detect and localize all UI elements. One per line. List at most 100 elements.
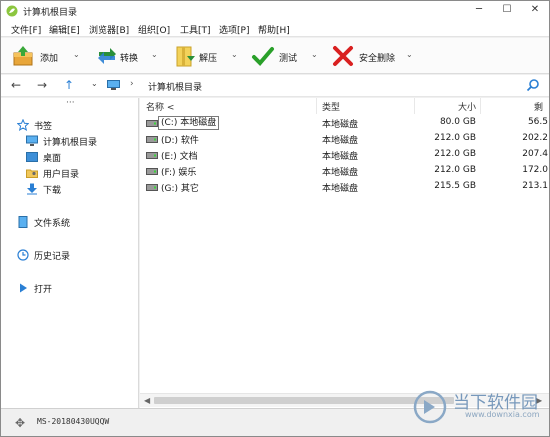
sidebar-label-history: 历史记录 <box>34 252 71 262</box>
sidebar-label: 用户目录 <box>43 170 80 180</box>
column-header-size[interactable]: 大小 <box>458 100 476 114</box>
column-header-free[interactable]: 剩 <box>534 100 543 114</box>
drive-size: 80.0 GB <box>439 117 476 127</box>
menu-organize[interactable]: 组织[O] <box>138 23 170 36</box>
toolbar: 添加 ⌄ 转换 ⌄ 解压 ⌄ 测试 ⌄ 安全删除 ⌄ <box>1 38 549 74</box>
delete-chevron-down-icon[interactable]: ⌄ <box>406 50 413 59</box>
table-row[interactable]: (C:) 本地磁盘 本地磁盘 80.0 GB 56.5 <box>140 116 549 131</box>
search-icon[interactable] <box>526 78 540 92</box>
computer-name: MS-20180430UQQW <box>37 417 110 426</box>
sidebar-item-user-folder[interactable]: 用户目录 <box>26 166 136 180</box>
sidebar-section-filesystem[interactable]: 文件系统 <box>17 215 127 229</box>
app-leaf-icon <box>6 5 18 17</box>
watermark-logo-icon <box>413 390 447 424</box>
menu-file[interactable]: 文件[F] <box>11 23 41 36</box>
sidebar-label-filesystem: 文件系统 <box>34 219 71 229</box>
sidebar-section-open[interactable]: 打开 <box>17 281 127 295</box>
star-icon <box>17 119 29 131</box>
add-chevron-down-icon[interactable]: ⌄ <box>73 50 80 59</box>
sidebar-label: 桌面 <box>43 154 62 164</box>
table-row[interactable]: (E:) 文档 本地磁盘 212.0 GB 207.4 <box>140 148 549 163</box>
drive-name[interactable]: (F:) 娱乐 <box>161 165 196 178</box>
clock-icon <box>17 249 29 261</box>
sidebar-item-desktop[interactable]: 桌面 <box>26 150 136 164</box>
drive-type: 本地磁盘 <box>322 168 359 178</box>
maximize-button[interactable]: ☐ <box>493 1 521 19</box>
user-folder-icon <box>26 169 38 178</box>
move-cross-icon[interactable]: ✥ <box>15 416 25 430</box>
checkmark-icon <box>252 47 274 66</box>
drive-free: 213.1 <box>522 181 548 191</box>
sidebar-item-computer-root[interactable]: 计算机根目录 <box>26 134 136 148</box>
scrollbar-thumb[interactable] <box>154 397 454 404</box>
drive-size: 212.0 GB <box>434 149 476 159</box>
breadcrumb-separator-icon[interactable]: › <box>130 79 134 89</box>
drive-name[interactable]: (G:) 其它 <box>161 181 199 194</box>
back-arrow-icon[interactable]: ← <box>11 78 21 92</box>
drive-icon <box>146 120 158 127</box>
drive-type: 本地磁盘 <box>322 120 359 130</box>
sidebar-label: 下载 <box>43 186 62 196</box>
scroll-left-arrow-icon[interactable]: ◀ <box>144 396 150 405</box>
extract-chevron-down-icon[interactable]: ⌄ <box>231 50 238 59</box>
watermark-url: www.downxia.com <box>465 410 540 419</box>
convert-chevron-down-icon[interactable]: ⌄ <box>151 50 158 59</box>
sidebar-section-bookmarks[interactable]: 书签 <box>17 118 117 132</box>
drive-name[interactable]: (D:) 软件 <box>161 133 199 146</box>
column-header-type[interactable]: 类型 <box>322 100 340 114</box>
drive-size: 215.5 GB <box>434 181 476 191</box>
drive-free: 56.5 <box>527 117 548 127</box>
menu-tools[interactable]: 工具[T] <box>180 23 211 36</box>
sidebar-item-downloads[interactable]: 下载 <box>26 182 136 196</box>
drive-size: 212.0 GB <box>434 165 476 175</box>
convert-button[interactable]: 转换 ⌄ <box>95 42 167 70</box>
play-triangle-icon <box>20 283 27 293</box>
add-archive-icon <box>13 46 33 66</box>
app-window: 计算机根目录 ─ ☐ ✕ 文件[F] 编辑[E] 浏览器[B] 组织[O] 工具… <box>0 0 550 437</box>
drive-type: 本地磁盘 <box>322 184 359 194</box>
table-row[interactable]: (G:) 其它 本地磁盘 215.5 GB 213.1 <box>140 180 549 195</box>
column-divider[interactable] <box>316 98 317 114</box>
sidebar-label-bookmarks: 书签 <box>34 122 53 132</box>
drive-icon <box>146 136 158 143</box>
column-divider[interactable] <box>414 98 415 114</box>
download-arrow-icon <box>27 183 37 195</box>
breadcrumb[interactable]: 计算机根目录 <box>148 80 202 93</box>
menu-edit[interactable]: 编辑[E] <box>49 23 80 36</box>
table-row[interactable]: (F:) 娱乐 本地磁盘 212.0 GB 172.0 <box>140 164 549 179</box>
more-dots-icon[interactable]: ··· <box>66 98 75 108</box>
drive-icon <box>146 152 158 159</box>
sidebar-label: 计算机根目录 <box>43 138 98 148</box>
extract-button[interactable]: 解压 ⌄ <box>173 42 245 70</box>
column-divider[interactable] <box>480 98 481 114</box>
drive-size: 212.0 GB <box>434 133 476 143</box>
drive-type: 本地磁盘 <box>322 152 359 162</box>
menu-options[interactable]: 选项[P] <box>219 23 249 36</box>
drive-icon <box>146 168 158 175</box>
menu-bar: 文件[F] 编辑[E] 浏览器[B] 组织[O] 工具[T] 选项[P] 帮助[… <box>1 21 549 37</box>
sidebar-label-open: 打开 <box>34 285 53 295</box>
menu-browser[interactable]: 浏览器[B] <box>89 23 129 36</box>
red-x-icon <box>333 46 353 66</box>
drive-icon <box>146 184 158 191</box>
history-chevron-down-icon[interactable]: ⌄ <box>91 79 98 88</box>
column-header-name[interactable]: 名称 < <box>146 100 174 114</box>
drive-name[interactable]: (E:) 文档 <box>161 149 198 162</box>
minimize-button[interactable]: ─ <box>465 1 493 19</box>
drive-name[interactable]: (C:) 本地磁盘 <box>158 116 220 130</box>
up-arrow-icon[interactable]: ↑ <box>64 78 74 92</box>
address-bar: ← → ↑ ⌄ › 计算机根目录 <box>1 75 549 97</box>
add-button[interactable]: 添加 ⌄ <box>11 42 83 70</box>
drive-free: 207.4 <box>522 149 548 159</box>
secure-delete-button[interactable]: 安全删除 ⌄ <box>331 42 421 70</box>
window-title: 计算机根目录 <box>23 8 78 18</box>
forward-arrow-icon[interactable]: → <box>37 78 47 92</box>
close-button[interactable]: ✕ <box>521 1 549 19</box>
test-chevron-down-icon[interactable]: ⌄ <box>311 50 318 59</box>
table-row[interactable]: (D:) 软件 本地磁盘 212.0 GB 202.2 <box>140 132 549 147</box>
menu-help[interactable]: 帮助[H] <box>258 23 290 36</box>
sidebar-section-history[interactable]: 历史记录 <box>17 248 127 262</box>
computer-icon <box>26 135 38 146</box>
test-button[interactable]: 测试 ⌄ <box>251 42 323 70</box>
file-system-icon <box>18 216 28 228</box>
